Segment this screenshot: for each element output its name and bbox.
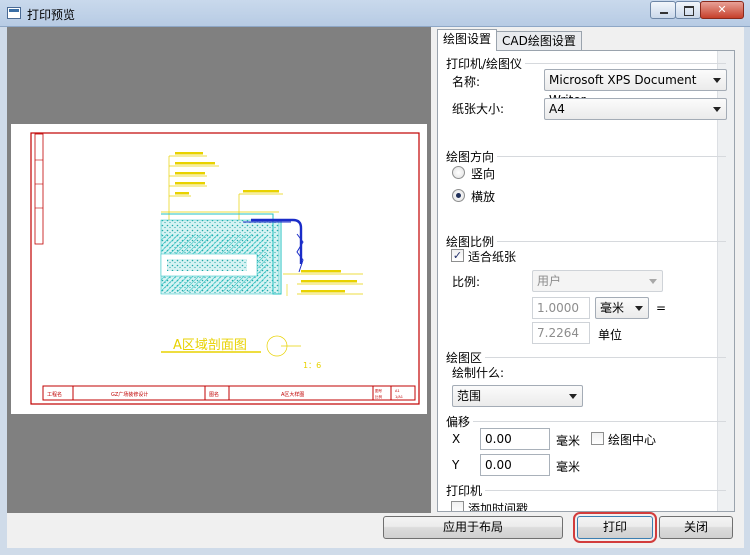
settings-tabs: 绘图设置 CAD绘图设置 xyxy=(437,29,582,51)
ratio-value: 用户 xyxy=(537,274,562,288)
drawing-unit-label: 单位 xyxy=(598,328,623,342)
printer-name-select[interactable]: Microsoft XPS Document Writer xyxy=(544,69,727,107)
landscape-label: 横放 xyxy=(471,190,496,204)
printer-plotter-group: 打印机/绘图仪 名称: Microsoft XPS Document Write… xyxy=(446,55,727,143)
tab-cad-plot-settings[interactable]: CAD绘图设置 xyxy=(496,31,582,51)
offset-title: 偏移 xyxy=(446,413,474,430)
printer-name-label: 名称: xyxy=(452,75,481,89)
plot-area-group: 绘图区 绘制什么: 范围 xyxy=(446,349,726,409)
tb-no-value: A1 xyxy=(395,389,400,393)
timestamp-label: 添加时间戳 xyxy=(468,502,529,512)
paper-size-select[interactable]: A4 xyxy=(544,98,727,120)
portrait-radio[interactable] xyxy=(452,166,465,179)
paper-size-value: A4 xyxy=(549,102,565,116)
fit-to-paper-checkbox[interactable]: ✓ xyxy=(451,249,464,262)
orientation-group: 绘图方向 竖向 横放 xyxy=(446,148,726,218)
tb-project-label: 工程名 xyxy=(47,391,62,398)
maximize-button[interactable] xyxy=(675,1,701,19)
window-title: 打印预览 xyxy=(27,8,76,22)
what-to-plot-select[interactable]: 范围 xyxy=(452,385,583,407)
portrait-label: 竖向 xyxy=(471,167,496,181)
close-button[interactable]: 关闭 xyxy=(659,516,733,539)
printer-plotter-title: 打印机/绘图仪 xyxy=(446,55,526,72)
ratio-label: 比例: xyxy=(452,275,481,289)
offset-y-unit: 毫米 xyxy=(556,460,581,474)
chevron-down-icon xyxy=(569,394,577,399)
offset-x-input[interactable]: 0.00 xyxy=(480,428,550,450)
tb-drawing-name: A区大样图 xyxy=(281,391,304,398)
scale-value-input-2[interactable]: 7.2264 xyxy=(532,322,590,344)
apply-to-layout-button[interactable]: 应用于布局 xyxy=(383,516,563,539)
tb-scale-label: 比例 xyxy=(375,394,383,399)
scale-unit-value: 毫米 xyxy=(600,301,625,315)
scale-group: 绘图比例 ✓ 适合纸张 比例: 用户 1.0000 毫米 = 7.2264 单位 xyxy=(446,233,726,345)
tb-scale-value: 1/A1 xyxy=(395,395,403,399)
print-preview-pane: 工程名 GZ广场装修设计 图名 A区大样图 图号 A1 比例 1/A1 A区域剖… xyxy=(7,27,431,513)
plot-settings-panel: 打印机/绘图仪 名称: Microsoft XPS Document Write… xyxy=(437,50,735,512)
offset-x-label: X xyxy=(452,432,461,446)
tb-project-name: GZ广场装修设计 xyxy=(111,391,148,398)
scale-value-input-1[interactable]: 1.0000 xyxy=(532,297,590,319)
landscape-radio[interactable] xyxy=(452,189,465,202)
center-plot-checkbox[interactable] xyxy=(591,432,604,445)
section-scale-text: 1：6 xyxy=(303,361,321,370)
offset-y-input[interactable]: 0.00 xyxy=(480,454,550,476)
minimize-button[interactable] xyxy=(650,1,676,19)
what-to-plot-label: 绘制什么: xyxy=(452,366,505,380)
offset-group: 偏移 X 0.00 毫米 绘图中心 Y 0.00 毫米 xyxy=(446,413,726,481)
app-icon xyxy=(7,7,21,19)
printer-title: 打印机 xyxy=(446,482,486,499)
scale-value-2: 7.2264 xyxy=(537,326,579,340)
what-to-plot-value: 范围 xyxy=(457,389,482,403)
chevron-down-icon xyxy=(713,78,721,83)
drawing-preview: 工程名 GZ广场装修设计 图名 A区大样图 图号 A1 比例 1/A1 A区域剖… xyxy=(30,132,420,405)
print-button[interactable]: 打印 xyxy=(573,512,657,543)
tab-plot-settings[interactable]: 绘图设置 xyxy=(437,29,498,51)
section-title-text: A区域剖面图 xyxy=(173,338,247,353)
printer-group: 打印机 添加时间戳 xyxy=(446,482,726,512)
tb-drawing-label: 图名 xyxy=(209,391,219,398)
equals-sign: = xyxy=(656,301,667,315)
offset-y-label: Y xyxy=(452,458,460,472)
offset-x-value: 0.00 xyxy=(485,432,512,446)
orientation-title: 绘图方向 xyxy=(446,148,498,165)
offset-y-value: 0.00 xyxy=(485,458,512,472)
scale-unit-select[interactable]: 毫米 xyxy=(595,297,649,319)
offset-x-unit: 毫米 xyxy=(556,434,581,448)
window-controls: ✕ xyxy=(650,1,744,19)
tb-no-label: 图号 xyxy=(375,388,383,393)
center-plot-label: 绘图中心 xyxy=(608,433,657,447)
fit-to-paper-label: 适合纸张 xyxy=(468,250,517,264)
close-window-button[interactable]: ✕ xyxy=(700,1,744,19)
timestamp-checkbox[interactable] xyxy=(451,501,464,511)
chevron-down-icon xyxy=(635,306,643,311)
chevron-down-icon xyxy=(713,107,721,112)
dialog-client-area: 工程名 GZ广场装修设计 图名 A区大样图 图号 A1 比例 1/A1 A区域剖… xyxy=(7,27,744,548)
preview-paper: 工程名 GZ广场装修设计 图名 A区大样图 图号 A1 比例 1/A1 A区域剖… xyxy=(11,124,427,414)
chevron-down-icon xyxy=(649,279,657,284)
title-bar: 打印预览 ✕ xyxy=(0,0,750,27)
paper-size-label: 纸张大小: xyxy=(452,102,505,116)
scale-value-1: 1.0000 xyxy=(537,301,579,315)
ratio-select[interactable]: 用户 xyxy=(532,270,663,292)
